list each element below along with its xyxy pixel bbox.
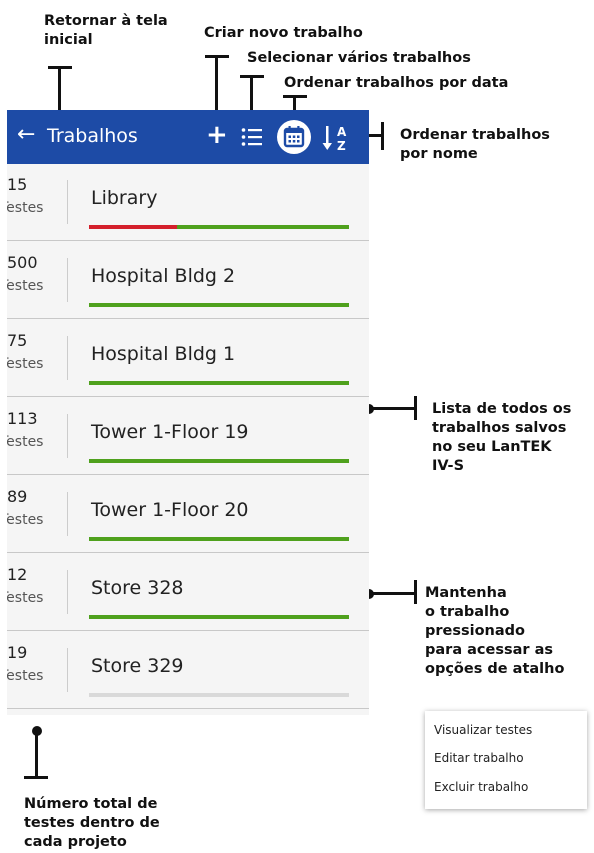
menu-item-delete-job[interactable]: Excluir trabalho xyxy=(434,780,528,794)
annotation-line: o trabalho xyxy=(425,604,510,620)
annotation-line: para acessar as xyxy=(425,642,554,658)
divider xyxy=(67,180,68,224)
app-bar: ← Trabalhos + A Z xyxy=(7,110,369,164)
annotation-line: testes dentro de xyxy=(24,815,160,831)
job-name: Library xyxy=(91,187,158,209)
callout-line-list-v xyxy=(414,396,417,420)
annotation-line: opções de atalho xyxy=(425,661,565,677)
test-status-bar xyxy=(89,615,349,619)
annotation-line: por nome xyxy=(400,146,478,162)
annotation-line: pressionado xyxy=(425,623,526,639)
svg-text:Z: Z xyxy=(337,139,346,153)
job-row[interactable]: 12 Testes Store 328 xyxy=(7,554,369,631)
test-count-number: 89 xyxy=(7,487,28,506)
sort-date-button[interactable] xyxy=(277,120,311,154)
job-row[interactable]: 89 Testes Tower 1-Floor 20 xyxy=(7,476,369,553)
job-name: Tower 1-Floor 19 xyxy=(91,421,249,443)
job-row[interactable]: 75 Testes Hospital Bldg 1 xyxy=(7,320,369,397)
test-count-label: Testes xyxy=(7,590,44,606)
test-status-bar xyxy=(89,537,349,541)
test-count-number: 19 xyxy=(7,643,28,662)
fail-segment xyxy=(89,225,177,229)
test-status-bar xyxy=(89,303,349,307)
test-count-label: Testes xyxy=(7,278,44,294)
annotation-sort-date: Ordenar trabalhos por data xyxy=(284,75,509,91)
arrow-left-icon[interactable]: ← xyxy=(17,123,35,147)
divider xyxy=(67,336,68,380)
test-count-number: 113 xyxy=(7,409,38,428)
callout-line-tests-h xyxy=(24,776,48,779)
annotation-line: no seu LanTEK xyxy=(432,439,552,455)
pass-segment xyxy=(89,537,349,541)
job-row[interactable]: 15 Testes Library xyxy=(7,164,369,241)
pass-segment xyxy=(89,615,349,619)
job-name: Hospital Bldg 1 xyxy=(91,343,236,365)
pass-segment xyxy=(89,459,349,463)
pass-segment xyxy=(177,225,349,229)
annotation-new-job: Criar novo trabalho xyxy=(204,25,363,41)
job-row[interactable]: 113 Testes Tower 1-Floor 19 xyxy=(7,398,369,475)
job-name: Hospital Bldg 2 xyxy=(91,265,236,287)
annotation-line: Lista de todos os xyxy=(432,401,572,417)
annotation-line: Mantenha xyxy=(425,585,507,601)
jobs-screen: ← Trabalhos + A Z 15 estes Library 500 e… xyxy=(7,110,369,715)
test-status-bar xyxy=(89,381,349,385)
divider xyxy=(67,492,68,536)
test-count-label: Testes xyxy=(7,434,44,450)
menu-item-edit-job[interactable]: Editar trabalho xyxy=(434,751,524,765)
test-count-number: 500 xyxy=(7,253,38,272)
divider xyxy=(67,570,68,614)
calendar-icon xyxy=(283,126,305,148)
annotation-total-tests: Número total de testes dentro de cada pr… xyxy=(24,795,160,852)
annotation-line: trabalhos salvos xyxy=(432,420,567,436)
plus-icon[interactable]: + xyxy=(206,120,228,150)
test-count-label: Testes xyxy=(7,512,44,528)
test-count-number: 12 xyxy=(7,565,28,584)
annotation-long-press: Mantenha o trabalho pressionado para ace… xyxy=(425,584,564,679)
job-name: Store 328 xyxy=(91,577,184,599)
test-status-bar xyxy=(89,693,349,697)
annotation-line: cada projeto xyxy=(24,834,127,850)
svg-text:A: A xyxy=(337,125,347,139)
annotation-line: inicial xyxy=(44,32,93,48)
test-status-bar xyxy=(89,459,349,463)
annotation-sort-name: Ordenar trabalhos por nome xyxy=(400,126,550,164)
list-icon[interactable] xyxy=(241,127,263,147)
divider xyxy=(67,414,68,458)
test-count-label: Testes xyxy=(7,356,44,372)
pass-segment xyxy=(89,381,349,385)
callout-line-press-h xyxy=(370,592,416,595)
job-row[interactable]: 500 Testes Hospital Bldg 2 xyxy=(7,242,369,319)
sort-alpha-icon[interactable]: A Z xyxy=(321,121,357,155)
annotation-line: Retornar à tela xyxy=(44,13,168,29)
test-status-bar xyxy=(89,225,349,229)
test-count-number: 15 xyxy=(7,175,28,194)
callout-line-list-h xyxy=(370,407,416,410)
annotation-line: Número total de xyxy=(24,796,158,812)
callout-line-press-v xyxy=(414,580,417,604)
annotation-select-multi: Selecionar vários trabalhos xyxy=(247,50,471,66)
job-row[interactable]: 19 Testes Store 329 xyxy=(7,632,369,709)
annotation-return-home: Retornar à tela inicial xyxy=(44,12,168,50)
menu-item-view-tests[interactable]: Visualizar testes xyxy=(434,723,532,737)
job-name: Store 329 xyxy=(91,655,184,677)
test-count-label: Testes xyxy=(7,668,44,684)
page-title: Trabalhos xyxy=(47,125,138,147)
annotation-job-list: Lista de todos os trabalhos salvos no se… xyxy=(432,400,571,476)
context-menu: Visualizar testes Editar trabalho Exclui… xyxy=(425,711,587,809)
callout-line-tests-v xyxy=(35,732,38,778)
annotation-line: IV-S xyxy=(432,458,465,474)
annotation-line: Ordenar trabalhos xyxy=(400,127,550,143)
test-count-number: 75 xyxy=(7,331,28,350)
test-count-label: Testes xyxy=(7,200,44,216)
divider xyxy=(67,648,68,692)
pass-segment xyxy=(89,303,349,307)
divider xyxy=(67,258,68,302)
job-name: Tower 1-Floor 20 xyxy=(91,499,249,521)
